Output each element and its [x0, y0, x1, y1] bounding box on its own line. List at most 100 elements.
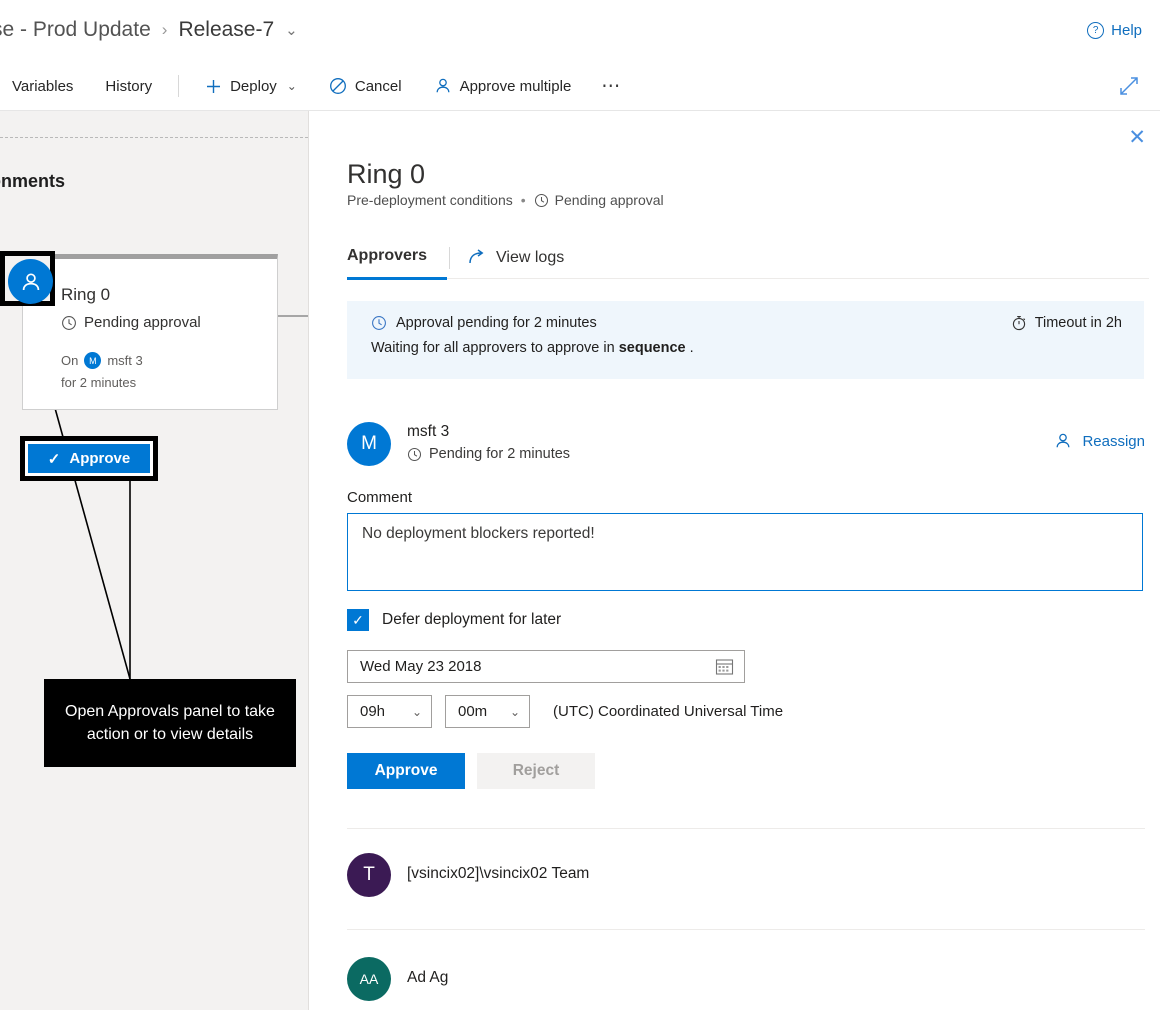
avatar: M — [84, 352, 101, 369]
person-icon — [434, 77, 452, 95]
avatar: AA — [347, 957, 391, 1001]
stage-duration: for 2 minutes — [61, 375, 136, 390]
approver-divider — [347, 828, 1145, 829]
close-icon[interactable]: ✕ — [1128, 127, 1146, 148]
panel-subtitle: Pre-deployment conditions • Pending appr… — [347, 192, 664, 208]
reject-button: Reject — [477, 753, 595, 789]
stage-card-ring-0[interactable]: Ring 0 Pending approval On M msft 3 for … — [22, 254, 278, 410]
callout-tooltip: Open Approvals panel to take action or t… — [44, 679, 296, 767]
approval-pending-banner: Approval pending for 2 minutes Timeout i… — [347, 301, 1144, 379]
tab-label: View logs — [496, 249, 564, 267]
tab-view-logs[interactable]: View logs — [468, 249, 564, 267]
approver-row-2[interactable]: T [vsincix02]\vsincix02 Team — [347, 853, 1147, 897]
tab-label: Approvers — [347, 247, 427, 265]
defer-deployment-checkbox-row[interactable]: ✓ Defer deployment for later — [347, 609, 561, 631]
stage-on-label: On — [61, 353, 78, 368]
approver-row-1: M msft 3 Pending for 2 minutes Reassign — [347, 422, 1147, 466]
toolbar-item-cancel[interactable]: Cancel — [313, 62, 418, 110]
panel-tabs: Approvers View logs — [347, 237, 1149, 279]
approver-name: [vsincix02]\vsincix02 Team — [407, 865, 589, 883]
person-icon — [1054, 432, 1072, 450]
toolbar-label: Deploy — [230, 78, 277, 95]
approver-name: Ad Ag — [407, 969, 448, 987]
expand-diagonal-icon[interactable] — [1118, 75, 1140, 97]
banner-waiting-prefix: Waiting for all approvers to approve in — [371, 340, 619, 356]
canvas-approve-label: Approve — [69, 450, 130, 467]
approvals-badge-highlight — [0, 251, 55, 306]
callout-leader-lines — [0, 111, 308, 1010]
banner-waiting-text: Waiting for all approvers to approve in … — [371, 340, 1122, 356]
canvas-dashed-divider — [0, 137, 308, 138]
timer-icon — [1011, 315, 1027, 331]
approver-divider — [347, 929, 1145, 930]
clock-icon — [407, 447, 422, 462]
stage-connector-line — [278, 315, 309, 317]
cancel-circle-icon — [329, 77, 347, 95]
toolbar-item-approve-multiple[interactable]: Approve multiple — [418, 62, 588, 110]
approve-button[interactable]: Approve — [347, 753, 465, 789]
defer-date-value: Wed May 23 2018 — [360, 658, 481, 675]
question-circle-icon: ? — [1087, 22, 1104, 39]
tab-divider — [449, 247, 450, 269]
chevron-down-icon[interactable]: ⌄ — [285, 21, 298, 39]
clock-icon — [534, 193, 549, 208]
check-icon: ✓ — [48, 450, 61, 468]
approval-action-buttons: Approve Reject — [347, 753, 595, 789]
reassign-label: Reassign — [1082, 433, 1145, 450]
chevron-down-icon: ⌄ — [510, 705, 520, 719]
banner-timeout: Timeout in 2h — [1011, 315, 1122, 331]
approver-status: Pending for 2 minutes — [407, 446, 570, 462]
stage-status: Pending approval — [61, 314, 201, 331]
defer-hour-value: 09h — [360, 703, 385, 720]
defer-minute-value: 00m — [458, 703, 487, 720]
banner-waiting-emphasis: sequence — [619, 340, 686, 356]
person-icon — [19, 270, 43, 294]
stage-approver-name: msft 3 — [107, 353, 142, 368]
comment-input[interactable] — [347, 513, 1143, 591]
toolbar-label: Approve multiple — [460, 78, 572, 95]
defer-date-input[interactable]: Wed May 23 2018 — [347, 650, 745, 683]
toolbar-label: Variables — [12, 78, 73, 95]
help-button[interactable]: ? Help — [1087, 22, 1142, 39]
clock-icon — [61, 315, 77, 331]
approver-row-3[interactable]: AA Ad Ag — [347, 957, 1147, 1001]
defer-hour-select[interactable]: 09h ⌄ — [347, 695, 432, 728]
page-header: se - Prod Update › Release-7 ⌄ ? Help — [0, 0, 1160, 62]
defer-minute-select[interactable]: 00m ⌄ — [445, 695, 530, 728]
breadcrumb-current[interactable]: Release-7 — [178, 18, 274, 42]
clock-icon — [371, 315, 387, 331]
toolbar-item-history[interactable]: History — [89, 62, 168, 110]
banner-waiting-suffix: . — [686, 340, 694, 356]
reassign-button[interactable]: Reassign — [1054, 432, 1145, 450]
toolbar-item-variables[interactable]: Variables — [0, 62, 89, 110]
page-title: Ring 0 — [347, 159, 425, 190]
panel-subtitle-status: Pending approval — [555, 192, 664, 208]
defer-label: Defer deployment for later — [382, 611, 561, 629]
plus-icon — [205, 78, 222, 95]
stage-name: Ring 0 — [61, 285, 110, 305]
avatar: T — [347, 853, 391, 897]
canvas-approve-button[interactable]: ✓ Approve — [28, 444, 150, 473]
toolbar-item-deploy[interactable]: Deploy ⌄ — [189, 62, 313, 110]
calendar-icon[interactable] — [715, 657, 734, 676]
help-label: Help — [1111, 22, 1142, 39]
toolbar-divider — [178, 75, 179, 97]
banner-pending: Approval pending for 2 minutes — [371, 315, 597, 331]
avatar: M — [347, 422, 391, 466]
approver-status-label: Pending for 2 minutes — [429, 446, 570, 462]
defer-checkbox[interactable]: ✓ — [347, 609, 369, 631]
toolbar-overflow-button[interactable]: ⋯ — [587, 62, 636, 110]
stage-status-label: Pending approval — [84, 314, 201, 331]
breadcrumb-parent[interactable]: se - Prod Update — [0, 18, 151, 42]
approvals-detail-panel: ✕ Ring 0 Pre-deployment conditions • Pen… — [309, 111, 1160, 1010]
arrow-redo-icon — [468, 249, 487, 266]
approve-button-highlight: ✓ Approve — [20, 436, 158, 481]
comment-label: Comment — [347, 489, 412, 506]
breadcrumb-separator-icon: › — [162, 20, 168, 40]
panel-subtitle-primary: Pre-deployment conditions — [347, 192, 513, 208]
approvals-person-badge[interactable] — [8, 259, 53, 304]
chevron-down-icon[interactable]: ⌄ — [287, 79, 297, 93]
banner-timeout-text: Timeout in 2h — [1035, 315, 1122, 331]
tab-approvers[interactable]: Approvers — [347, 236, 447, 280]
chevron-down-icon: ⌄ — [412, 705, 422, 719]
